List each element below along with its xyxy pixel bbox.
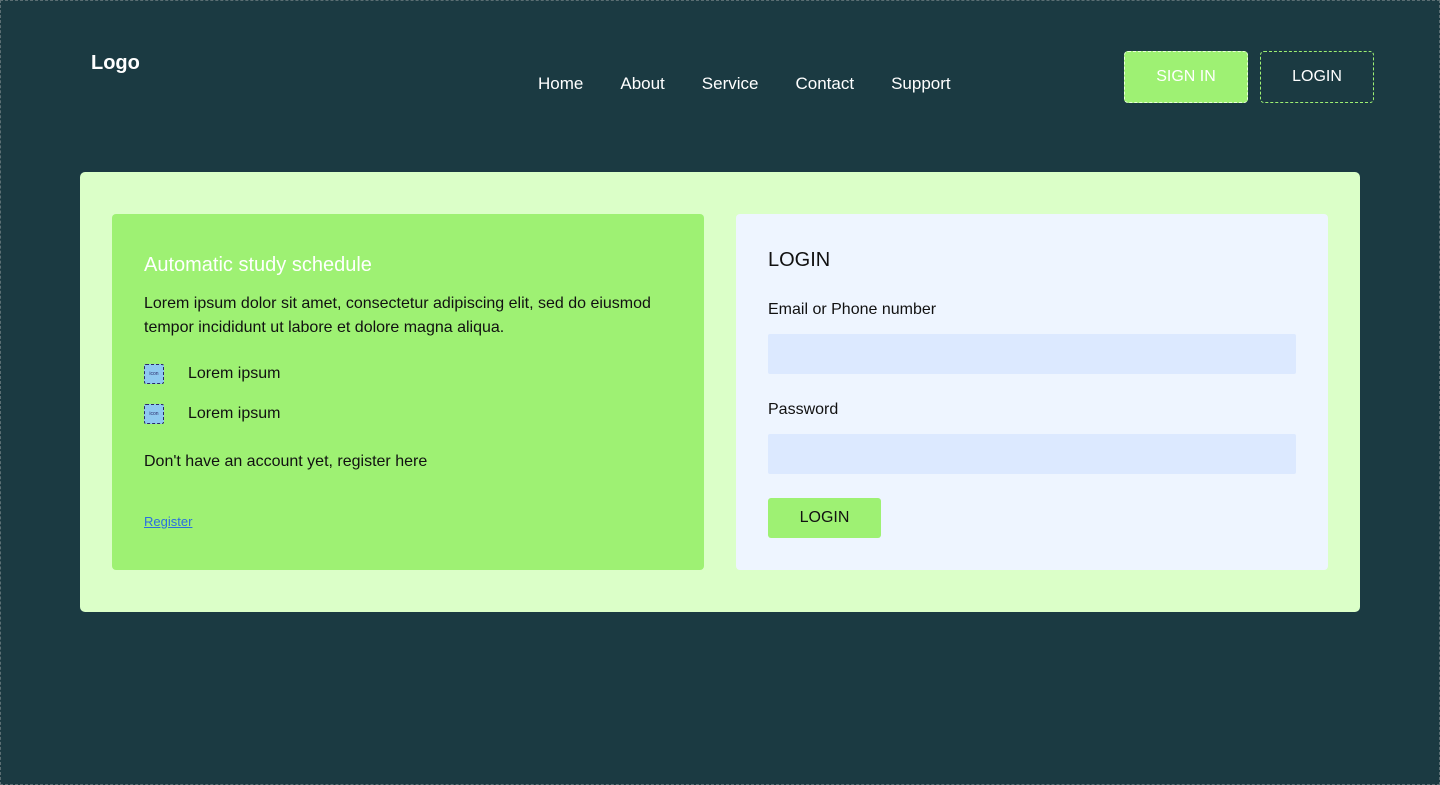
password-label: Password <box>768 401 839 418</box>
login-title: LOGIN <box>768 249 831 271</box>
promo-panel: Automatic study schedule Lorem ipsum dol… <box>112 214 704 570</box>
promo-title: Automatic study schedule <box>144 254 372 276</box>
nav-support[interactable]: Support <box>891 74 951 94</box>
sign-in-button[interactable]: SIGN IN <box>1124 51 1248 103</box>
feature-label: Lorem ipsum <box>188 405 281 422</box>
logo[interactable]: Logo <box>91 52 140 75</box>
register-link[interactable]: Register <box>144 514 192 529</box>
main-nav: Home About Service Contact Support <box>538 74 951 94</box>
promo-description: Lorem ipsum dolor sit amet, consectetur … <box>144 295 651 336</box>
nav-service[interactable]: Service <box>702 74 759 94</box>
nav-about[interactable]: About <box>620 74 664 94</box>
password-field[interactable] <box>768 434 1296 474</box>
login-panel: LOGIN Email or Phone number Password LOG… <box>736 214 1328 570</box>
header-login-button[interactable]: LOGIN <box>1260 51 1374 103</box>
nav-contact[interactable]: Contact <box>795 74 854 94</box>
nav-home[interactable]: Home <box>538 74 583 94</box>
email-label: Email or Phone number <box>768 301 937 318</box>
feature-label: Lorem ipsum <box>188 365 281 382</box>
login-submit-button[interactable]: LOGIN <box>768 498 881 538</box>
placeholder-icon: icon <box>144 364 164 384</box>
placeholder-icon: icon <box>144 404 164 424</box>
main-card: Automatic study schedule Lorem ipsum dol… <box>80 172 1360 612</box>
feature-item: icon Lorem ipsum <box>144 364 280 384</box>
email-field[interactable] <box>768 334 1296 374</box>
feature-item: icon Lorem ipsum <box>144 404 280 424</box>
register-prompt: Don't have an account yet, register here <box>144 453 428 470</box>
